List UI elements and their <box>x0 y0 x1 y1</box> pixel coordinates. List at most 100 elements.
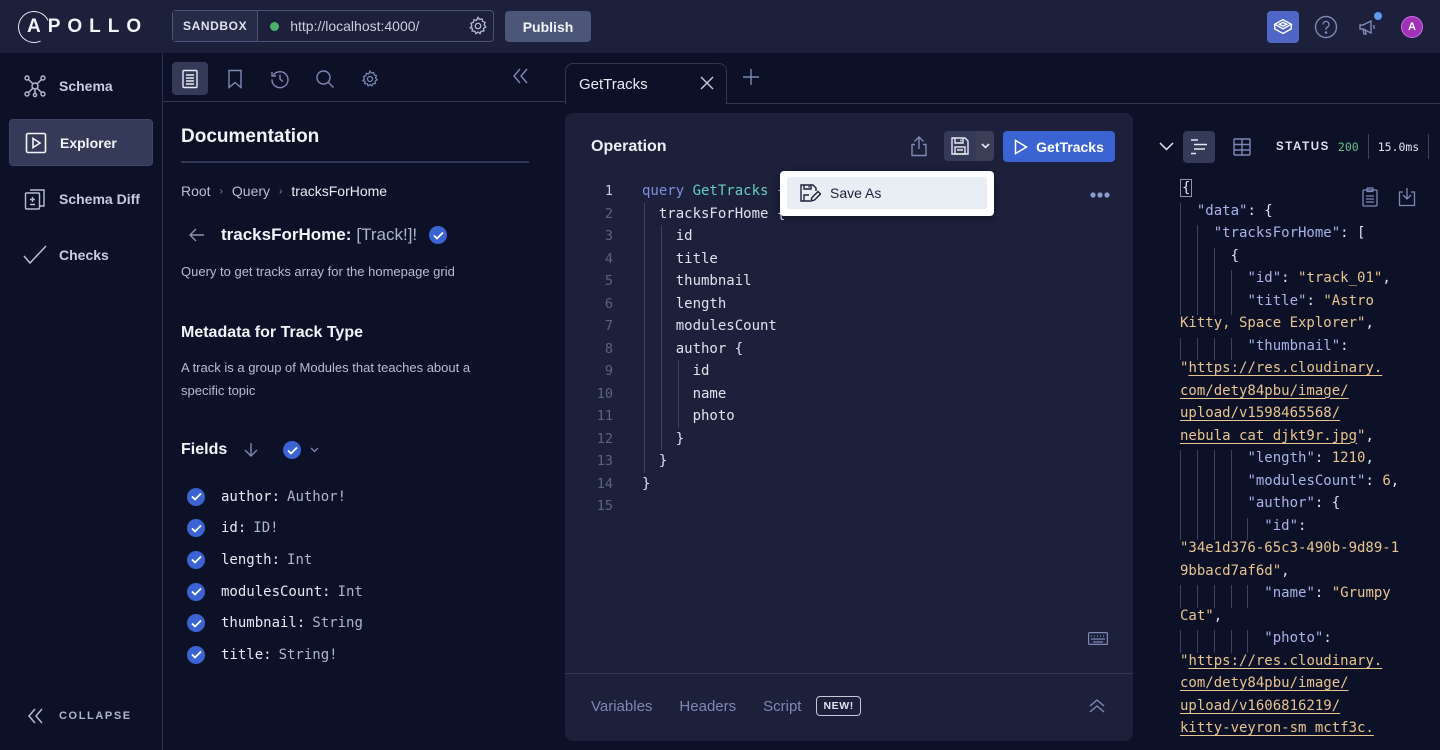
json-punct: , <box>1382 270 1391 286</box>
graph-button[interactable] <box>1267 11 1299 43</box>
code-line: 6 length <box>565 293 1133 316</box>
json-link[interactable]: upload/v1606816219/ <box>1180 698 1340 714</box>
documentation-pane: Documentation Root › Query › tracksForHo… <box>163 53 565 750</box>
field-checkbox[interactable] <box>187 645 205 664</box>
indent-guide <box>1180 270 1181 293</box>
tab-variables[interactable]: Variables <box>591 698 652 715</box>
breadcrumb-root[interactable]: Root <box>181 183 211 199</box>
field-name[interactable]: title: <box>221 647 272 663</box>
field-name[interactable]: modulesCount: <box>221 584 331 600</box>
field-checkbox[interactable] <box>187 519 205 538</box>
close-icon[interactable] <box>700 76 714 90</box>
share-icon[interactable] <box>910 135 928 157</box>
announcements-button[interactable] <box>1353 11 1385 43</box>
publish-button[interactable]: Publish <box>505 11 591 42</box>
back-arrow-icon[interactable] <box>189 228 205 242</box>
field-row[interactable]: author: Author! <box>187 481 363 513</box>
tab-script[interactable]: Script <box>763 698 801 715</box>
field-name[interactable]: id: <box>221 520 246 536</box>
field-row[interactable]: length: Int <box>187 544 363 576</box>
table-view-icon[interactable] <box>1233 137 1251 156</box>
field-type[interactable]: Int <box>287 552 312 568</box>
apollo-logo[interactable]: APOLLO <box>13 6 148 48</box>
indent-guide <box>1180 225 1181 248</box>
json-link[interactable]: kitty-veyron-sm_mctf3c. <box>1180 720 1374 736</box>
json-link[interactable]: upload/v1598465568/ <box>1180 405 1340 421</box>
json-link[interactable]: https://res.cloudinary. <box>1188 653 1382 669</box>
json-link[interactable]: https://res.cloudinary. <box>1188 360 1382 376</box>
double-chevron-up-icon[interactable] <box>1089 698 1105 714</box>
search-tab[interactable] <box>307 62 343 95</box>
indent-guide <box>1213 292 1215 315</box>
field-checkbox[interactable] <box>187 582 205 601</box>
code-text: name <box>642 385 727 402</box>
json-punct: , <box>1213 607 1223 624</box>
field-name[interactable]: author: <box>221 489 280 505</box>
tab-headers[interactable]: Headers <box>679 698 736 715</box>
field-type[interactable]: [Track!]! <box>356 225 417 245</box>
field-checkbox[interactable] <box>187 487 205 506</box>
operation-editor[interactable]: 1 query GetTracks {2 tracksForHome {3 id 4… <box>565 180 1133 518</box>
bookmarks-tab[interactable] <box>217 62 253 95</box>
nav-item-checks[interactable]: Checks <box>9 231 153 278</box>
json-key: "photo" <box>1264 630 1324 646</box>
line-number: 14 <box>596 475 613 492</box>
json-link[interactable]: nebula_cat_djkt9r.jpg <box>1180 428 1357 444</box>
json-line: Kitty, Space Explorer", <box>1180 315 1440 338</box>
field-row[interactable]: title: String! <box>187 639 363 671</box>
field-row[interactable]: id: ID! <box>187 513 363 545</box>
nav-item-explorer[interactable]: Explorer <box>9 119 153 166</box>
collapse-docs-icon[interactable] <box>512 68 530 84</box>
keyboard-shortcuts-icon[interactable] <box>1088 632 1108 645</box>
indent-guide <box>1213 630 1215 653</box>
json-link[interactable]: com/dety84pbu/image/ <box>1180 675 1349 691</box>
field-type[interactable]: Author! <box>287 489 346 505</box>
field-name[interactable]: thumbnail: <box>221 615 305 631</box>
save-as-menu-item[interactable]: Save As <box>787 177 987 209</box>
field-row[interactable]: thumbnail: String <box>187 607 363 639</box>
json-punct: , <box>1365 427 1374 444</box>
field-row[interactable]: modulesCount: Int <box>187 576 363 608</box>
settings-tab[interactable] <box>352 62 388 95</box>
indent-guide <box>1180 472 1181 495</box>
json-punct: : { <box>1247 202 1273 219</box>
indent-guide <box>1213 495 1215 518</box>
nav-item-schema-diff[interactable]: Schema Diff <box>9 175 153 222</box>
code-line: 9 id <box>565 360 1133 383</box>
field-checkbox[interactable] <box>187 614 205 633</box>
save-button[interactable] <box>944 131 976 161</box>
user-menu-button[interactable]: A <box>1396 11 1428 43</box>
json-view-button[interactable] <box>1183 130 1215 163</box>
field-type[interactable]: String <box>312 615 363 631</box>
run-operation-button[interactable]: GetTracks <box>1003 131 1115 162</box>
save-options-dropdown[interactable] <box>976 131 994 161</box>
chevron-down-icon[interactable] <box>310 447 319 453</box>
indent-guide <box>1180 517 1181 540</box>
endpoint-url-input[interactable]: http://localhost:4000/ <box>290 18 467 34</box>
chevron-right-icon: › <box>219 185 223 197</box>
field-type[interactable]: String! <box>279 647 338 663</box>
nav-item-schema[interactable]: Schema <box>9 62 153 109</box>
breadcrumb-query[interactable]: Query <box>232 183 270 199</box>
indent-guide <box>1230 585 1232 608</box>
help-button[interactable] <box>1310 11 1342 43</box>
code-line: 3 id <box>565 225 1133 248</box>
select-all-checkbox[interactable] <box>283 441 302 459</box>
json-link[interactable]: com/dety84pbu/image/ <box>1180 383 1349 399</box>
indent-guide <box>1180 450 1181 473</box>
field-type[interactable]: ID! <box>253 520 278 536</box>
field-type[interactable]: Int <box>338 584 363 600</box>
documentation-tab[interactable] <box>172 62 208 95</box>
collapse-button[interactable]: COLLAPSE <box>27 708 132 724</box>
field-name[interactable]: length: <box>221 552 280 568</box>
sort-arrow-icon[interactable] <box>244 442 258 458</box>
history-tab[interactable] <box>262 62 298 95</box>
indent-guide <box>660 225 662 450</box>
chevron-down-icon[interactable] <box>1159 142 1174 151</box>
endpoint-settings-icon[interactable] <box>467 15 489 37</box>
field-checkbox[interactable] <box>187 550 205 569</box>
field-checkbox[interactable] <box>429 226 448 244</box>
add-tab-icon[interactable] <box>742 68 760 86</box>
save-button-group <box>944 131 994 161</box>
tab-gettracks[interactable]: GetTracks <box>565 63 727 104</box>
